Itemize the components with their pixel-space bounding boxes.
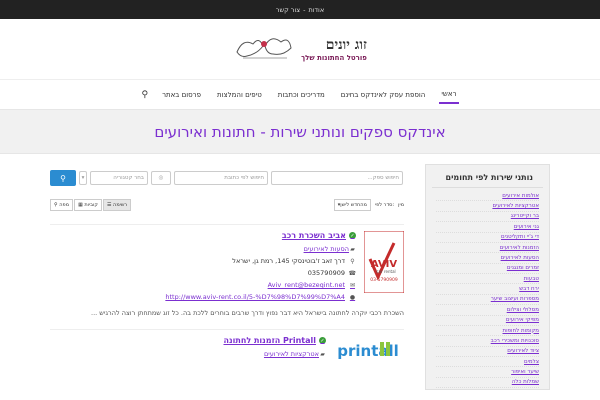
list-view-button[interactable]: ☰ רשימה	[102, 199, 132, 211]
main-nav: ראשי הוספת עסק לאינדקס בחינם מדריכים וכת…	[0, 79, 600, 109]
site-subtitle: פורטל החתונות שלך	[301, 53, 367, 62]
listing-phone: ☎ 035790909	[307, 269, 356, 277]
separator: -	[303, 5, 306, 14]
category-link[interactable]: צלמים	[436, 357, 539, 368]
nav-item-add-business[interactable]: הוספת עסק לאינדקס בחינם	[333, 80, 434, 110]
sort-extra-label: מין	[398, 202, 404, 208]
search-icon: ⚲	[60, 173, 66, 183]
nav-item-tips[interactable]: טיפים והמלצות	[209, 80, 270, 110]
category-link[interactable]: שיער ואיפור	[436, 367, 539, 378]
main-column: ⚲ ▾ בחר קטגוריה ◎ חיפוש לפי כתובת חיפוש …	[50, 164, 405, 366]
verified-check-icon: ✓	[349, 232, 356, 239]
listing-category[interactable]: ▰הסעות לאירועים	[50, 245, 356, 253]
listing-category[interactable]: ▰אטרקציות לאירועים	[50, 350, 326, 358]
top-bar: אודות - צור קשר	[0, 0, 600, 19]
page-banner: אינדקס ספקים ונותני שירות - חתונות ואירו…	[0, 109, 600, 154]
listing-card: AVIV car rental 03-5790909 ✓ אביב השכרת ר…	[50, 224, 405, 301]
folder-icon: ▰	[350, 246, 355, 253]
sort-select[interactable]: ▾ מהחדש לישן	[333, 199, 371, 211]
category-link[interactable]: אולמות אירועים	[436, 191, 539, 202]
category-select[interactable]: בחר קטגוריה	[90, 171, 148, 185]
verified-check-icon: ✓	[319, 337, 326, 344]
grid-icon: ▦	[78, 202, 83, 208]
nav-item-guides[interactable]: מדריכים וכתבות	[270, 80, 333, 110]
category-link[interactable]: די ג'יי ותקליטנים	[436, 233, 539, 243]
grid-view-button[interactable]: ▦ קוביות	[74, 199, 102, 211]
folder-icon: ▰	[320, 351, 325, 358]
locate-icon[interactable]: ◎	[151, 171, 171, 185]
view-switcher: ⚲ מפה ▦ קוביות ☰ רשימה	[50, 199, 132, 211]
listing-website[interactable]: ● http://www.aviv-rent.co.il/5-%D7%98%D7%…	[50, 293, 356, 301]
listing-thumbnail[interactable]: AVIV car rental 03-5790909	[363, 230, 405, 294]
category-link[interactable]: בר וקייטרינג	[436, 212, 539, 223]
category-link[interactable]: ירח דבש	[436, 284, 539, 295]
category-link[interactable]: סוכנויות ומשכירי רכב	[436, 336, 539, 347]
contact-link[interactable]: צור קשר	[276, 6, 300, 14]
category-link[interactable]: ציוד לאירועים	[436, 347, 539, 357]
page-title: אינדקס ספקים ונותני שירות - חתונות ואירו…	[154, 122, 446, 141]
category-list: אולמות אירועים אטרקציות לאירועים בר וקיי…	[426, 188, 549, 391]
category-dropdown-toggle[interactable]: ▾	[79, 171, 87, 185]
globe-icon: ●	[349, 293, 356, 301]
results-toolbar: ⚲ מפה ▦ קוביות ☰ רשימה ▾ מהחדש לישן סדר …	[50, 198, 404, 212]
site-logo[interactable]: זוג יונים פורטל החתונות שלך	[233, 32, 367, 66]
map-view-button[interactable]: ⚲ מפה	[50, 199, 74, 211]
category-link[interactable]: מפיקי אירועים	[436, 316, 539, 326]
listing-address: ⚲ דרך זאב ז'בוטינסקי 145, רמת גן, ישראל	[232, 257, 355, 265]
listing-title[interactable]: ✓ אביב השכרת רכב	[50, 231, 356, 240]
listing-email[interactable]: ✉ Aviv_rent@bezeqint.net	[50, 281, 356, 289]
category-link[interactable]: שמלות כלה	[436, 378, 539, 389]
map-marker-icon: ⚲	[54, 202, 58, 208]
category-link[interactable]: גני אירועים	[436, 222, 539, 233]
sort-label: סדר לפי:	[374, 202, 395, 208]
site-title: זוג יונים	[325, 36, 367, 53]
doves-logo-icon	[233, 32, 295, 66]
listing-card: printall ✓ Printall הזמנות לחתונה ▰אטרקצי…	[50, 329, 404, 366]
location-input[interactable]: חיפוש לפי כתובת	[174, 171, 268, 185]
listing-info: ✓ Printall הזמנות לחתונה ▰אטרקציות לאירוע…	[50, 336, 326, 366]
category-link[interactable]: מספרות ועיצוב שיער	[436, 295, 539, 306]
logo-text: זוג יונים פורטל החתונות שלך	[301, 37, 367, 62]
nav-item-home[interactable]: ראשי	[439, 86, 459, 104]
phone-icon: ☎	[348, 269, 356, 277]
listing-title[interactable]: ✓ Printall הזמנות לחתונה	[50, 336, 326, 345]
site-header: זוג יונים פורטל החתונות שלך	[0, 19, 600, 79]
sort-area: ▾ מהחדש לישן סדר לפי: מין	[333, 199, 404, 211]
listing-thumbnail[interactable]: printall	[334, 336, 404, 366]
map-marker-icon: ⚲	[350, 257, 355, 265]
search-bar: ⚲ ▾ בחר קטגוריה ◎ חיפוש לפי כתובת חיפוש …	[50, 170, 404, 186]
category-link[interactable]: מסלולי וצילום	[436, 305, 539, 316]
category-link[interactable]: זמרים ומנגנים	[436, 264, 539, 274]
search-button[interactable]: ⚲	[50, 170, 76, 186]
content-area: נותני שירות לפי תחומים אולמות אירועים אט…	[0, 154, 600, 390]
about-link[interactable]: אודות	[308, 6, 324, 14]
category-link[interactable]: אטרקציות לאירועים	[436, 201, 539, 212]
search-icon[interactable]: ⚲	[135, 80, 154, 110]
listing-info: ✓ אביב השכרת רכב ▰הסעות לאירועים ⚲ דרך זאב…	[50, 231, 356, 301]
category-link[interactable]: טבעות	[436, 274, 539, 285]
category-sidebar: נותני שירות לפי תחומים אולמות אירועים אט…	[425, 164, 550, 390]
category-link[interactable]: מקומות לחופות	[436, 326, 539, 337]
category-link[interactable]: הסעות לאירועים	[436, 253, 539, 264]
logo-tagline: car rental	[376, 269, 395, 274]
keyword-input[interactable]: חיפוש ספק...	[271, 171, 403, 185]
listing-description: השכרת רכבי יוקרה לחתונה בישראל היא דבר נ…	[91, 309, 404, 317]
envelope-icon: ✉	[349, 281, 356, 289]
sidebar-title: נותני שירות לפי תחומים	[432, 165, 543, 188]
logo-phone: 03-5790909	[370, 277, 398, 283]
list-icon: ☰	[106, 202, 112, 208]
nav-item-advertise[interactable]: פרסום באתר	[154, 80, 209, 110]
category-link[interactable]: הזמנות לאירועים	[436, 243, 539, 254]
